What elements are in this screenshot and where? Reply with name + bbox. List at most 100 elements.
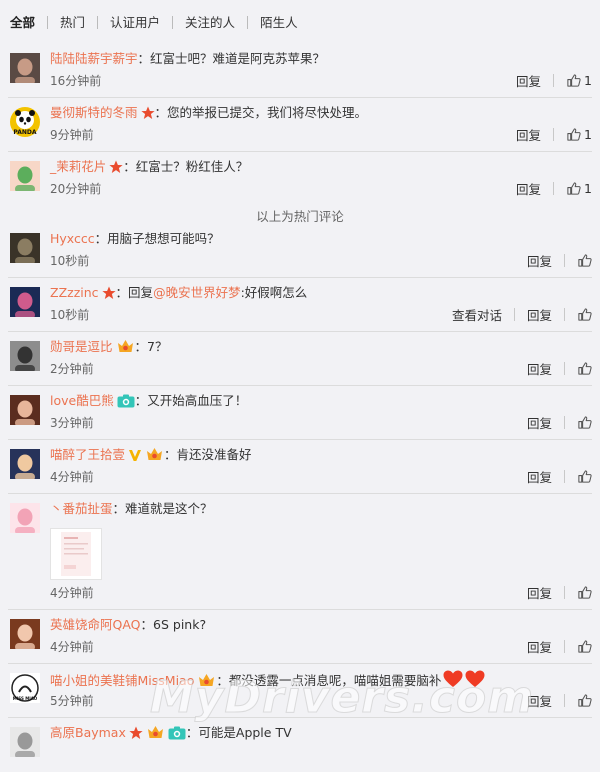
tab-strangers[interactable]: 陌生人 [247,15,310,29]
comment-username[interactable]: 曼彻斯特的冬雨 [50,105,138,120]
attached-image-thumbnail[interactable] [50,528,102,580]
comment-time: 4分钟前 [50,640,94,654]
reply-button[interactable]: 回复 [527,413,552,432]
avatar-face[interactable] [10,395,40,425]
comment-content: 喵小姐的美鞋铺MissMiao ：都没透露一点消息呢，喵喵姐需要脑补 [50,670,485,693]
comment-time: 5分钟前 [50,694,94,708]
like-button[interactable]: 1 [566,73,592,88]
avatar-girl[interactable] [10,53,40,83]
separator [564,254,565,267]
hot-comments-divider: 以上为热门评论 [256,209,344,224]
comment-actions: 回复 [527,467,592,486]
colon: ： [216,673,229,688]
colon: ： [112,501,126,516]
view-dialog-link[interactable]: 查看对话 [452,305,502,324]
reply-button[interactable]: 回复 [516,179,541,198]
comment-item: 喵醉了王拾壹 ：肯还没准备好 4分钟前 回复 [8,440,592,494]
comment-username[interactable]: 陆陆陆薪宇薪宇 [50,51,138,66]
colon: ： [123,159,136,174]
comment-item: 英雄饶命阿QAQ：6S pink? 4分钟前 回复 [8,610,592,664]
comment-username[interactable]: 喵醉了王拾壹 [50,447,125,462]
comment-content: 勋哥是逗比 ：7？ [50,338,167,359]
mention-link[interactable]: @晚安世界好梦 [153,285,241,300]
avatar-gray[interactable] [10,341,40,371]
like-button[interactable] [577,639,592,654]
reply-button[interactable]: 回复 [527,305,552,324]
thumbs-up-icon [578,470,592,483]
avatar-text: MISS MIAO [12,696,38,701]
comment-actions: 回复 [527,251,592,270]
comment-text: 可能是Apple TV [198,725,292,740]
avatar-pink[interactable] [10,503,40,533]
reply-button[interactable]: 回复 [527,467,552,486]
vip-icon [145,447,164,467]
comment-text: 6S pink? [153,617,207,632]
comment-text: 红富士？粉红佳人？ [135,159,249,174]
comment-actions: 查看对话 回复 [452,305,592,324]
camera-icon [168,726,186,745]
tab-all[interactable]: 全部 [8,16,47,29]
reply-button[interactable]: 回复 [516,125,541,144]
avatar-child[interactable] [10,619,40,649]
like-button[interactable] [577,361,592,376]
reply-button[interactable]: 回复 [527,251,552,270]
comment-username[interactable]: _茉莉花片 [50,159,106,174]
comment-item: 丶番茄扯蛋：难道就是这个？ 4分钟前 回复 [8,494,592,610]
thumbs-up-icon [578,586,592,599]
like-button[interactable] [577,415,592,430]
separator [564,308,565,321]
comment-username[interactable]: 英雄饶命阿QAQ [50,617,141,632]
reply-button[interactable]: 回复 [527,359,552,378]
panda-avatar[interactable]: PANDA [10,107,40,137]
comment-actions: 回复 [527,691,592,710]
comment-username[interactable]: 丶番茄扯蛋 [50,501,113,516]
cartoon-avatar[interactable] [10,161,40,191]
comment-item: ZZzzinc ：回复@晚安世界好梦:好假啊怎么 10秒前 查看对话 回复 [8,278,592,332]
colon: ： [134,393,148,408]
thumbs-up-icon [567,182,581,195]
comment-time: 10秒前 [50,254,90,268]
avatar-cartoon-dark[interactable] [10,449,40,479]
reply-button[interactable]: 回复 [527,637,552,656]
colon: ： [164,447,177,462]
comment-text: 又开始高血压了！ [147,393,248,408]
hot-comment-item: PANDA 曼彻斯特的冬雨 ：您的举报已提交，我们将尽快处理。 9分钟前 回复 1 [8,98,592,152]
like-button[interactable]: 1 [566,181,592,196]
reply-button[interactable]: 回复 [516,71,541,90]
avatar-blue[interactable] [10,287,40,317]
comment-item: love酷巴熊 ：又开始高血压了！ 3分钟前 回复 [8,386,592,440]
comment-item: MISS MIAO 喵小姐的美鞋铺MissMiao ：都没透露一点消息呢，喵喵姐需要… [8,664,592,718]
avatar-dark[interactable] [10,233,40,263]
comment-actions: 回复 [527,637,592,656]
avatar-baymax[interactable] [10,727,40,757]
like-button[interactable] [577,253,592,268]
like-button[interactable] [577,307,592,322]
colon: ： [154,105,168,120]
like-button[interactable] [577,469,592,484]
tab-hot[interactable]: 热门 [47,15,97,29]
comment-actions: 回复 [527,413,592,432]
comment-username[interactable]: 高原Baymax [50,725,126,740]
like-button[interactable] [577,693,592,708]
like-button[interactable]: 1 [566,127,592,142]
star-icon [129,726,143,745]
comment-actions: 回复 1 [516,71,592,90]
like-button[interactable] [577,585,592,600]
thumbs-up-icon [578,694,592,707]
comment-content: 陆陆陆薪宇薪宇：红富士吧？难道是阿克苏苹果？ [50,50,325,68]
comment-content: 喵醉了王拾壹 ：肯还没准备好 [50,446,252,467]
comment-time: 4分钟前 [50,586,94,600]
reply-button[interactable]: 回复 [527,691,552,710]
comment-username[interactable]: Hyxccc [50,231,95,246]
comment-username[interactable]: 喵小姐的美鞋铺MissMiao [50,673,194,688]
hot-comment-item: _茉莉花片 ：红富士？粉红佳人？ 20分钟前 回复 1 [8,152,592,206]
comment-username[interactable]: ZZzzinc [50,285,99,300]
tab-following[interactable]: 关注的人 [172,15,247,29]
star-icon [109,160,123,179]
comment-username[interactable]: love酷巴熊 [50,393,114,408]
like-count: 1 [584,127,592,142]
comment-username[interactable]: 勋哥是逗比 [50,339,113,354]
reply-button[interactable]: 回复 [527,583,552,602]
tab-verified[interactable]: 认证用户 [97,15,172,29]
avatar-logo[interactable]: MISS MIAO [10,673,40,703]
